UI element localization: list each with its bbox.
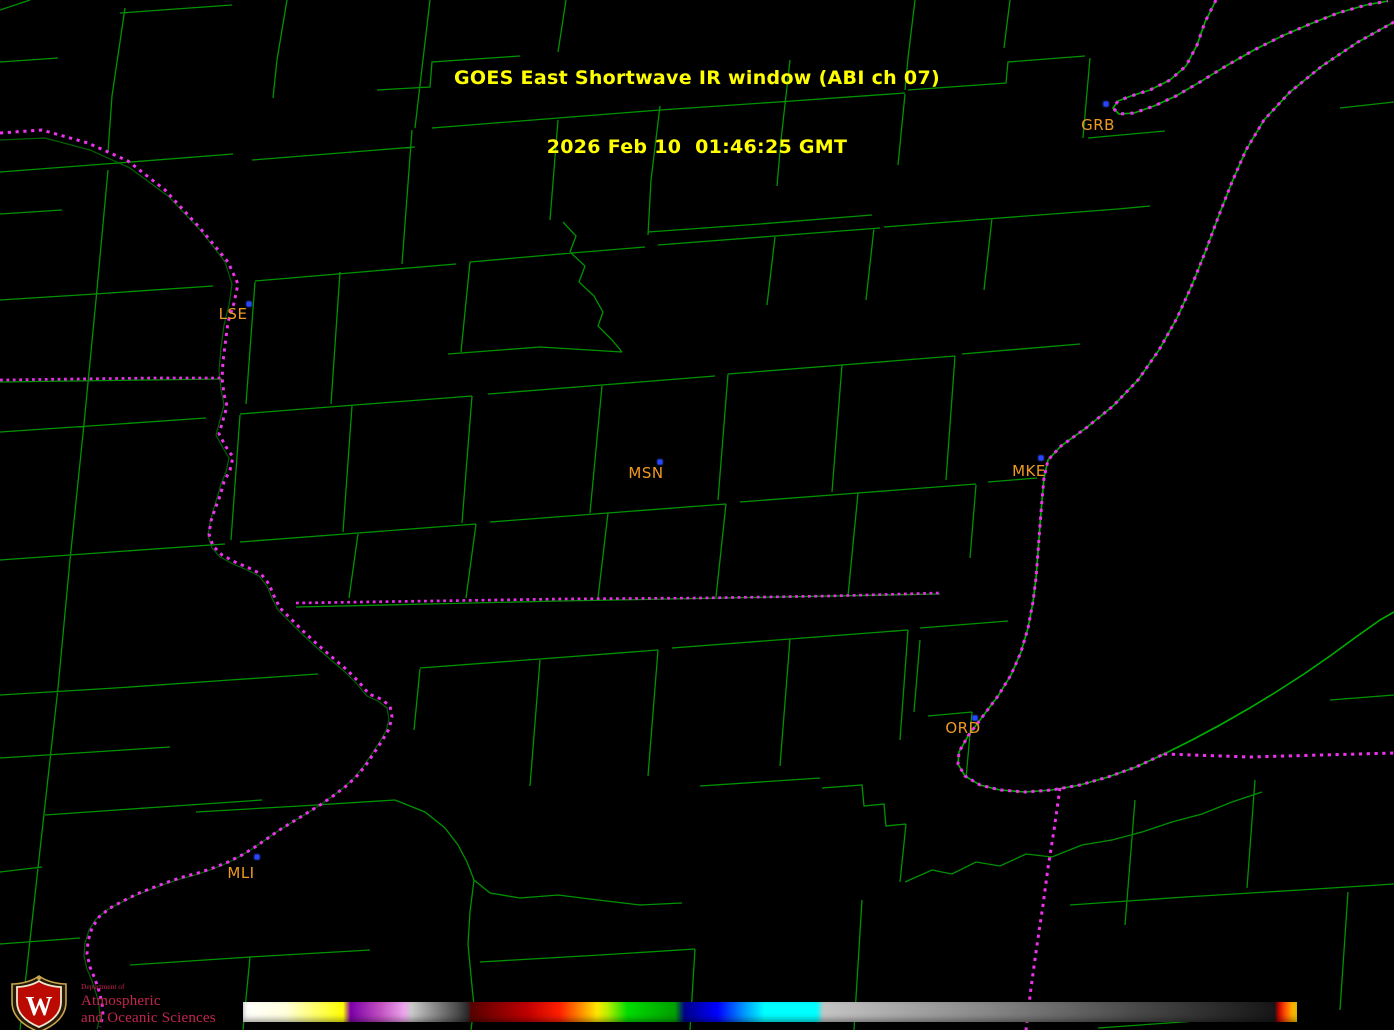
station-dot-mli: [255, 855, 260, 860]
station-label-grb: GRB: [1081, 116, 1115, 134]
svg-text:W: W: [26, 991, 53, 1021]
station-label-lse: LSE: [219, 305, 248, 323]
satellite-image-viewport: GOES East Shortwave IR window (ABI ch 07…: [0, 0, 1394, 1030]
aos-logo: W Department of Atmospheric and Oceanic …: [6, 975, 216, 1030]
station-layer: GRB LSE MSN MKE ORD MLI: [0, 0, 1394, 1030]
station-dot-grb: [1104, 102, 1109, 107]
logo-dept-line: Department of: [81, 983, 216, 991]
station-label-ord: ORD: [945, 719, 980, 737]
colorbar: [243, 1002, 1297, 1022]
station-label-msn: MSN: [628, 464, 663, 482]
station-label-mke: MKE: [1012, 462, 1046, 480]
logo-name-line2: and Oceanic Sciences: [81, 1011, 216, 1026]
uw-crest-icon: W: [6, 975, 72, 1030]
station-dot-mke: [1039, 456, 1044, 461]
logo-name-line1: Atmospheric: [81, 994, 216, 1009]
station-label-mli: MLI: [227, 864, 254, 882]
